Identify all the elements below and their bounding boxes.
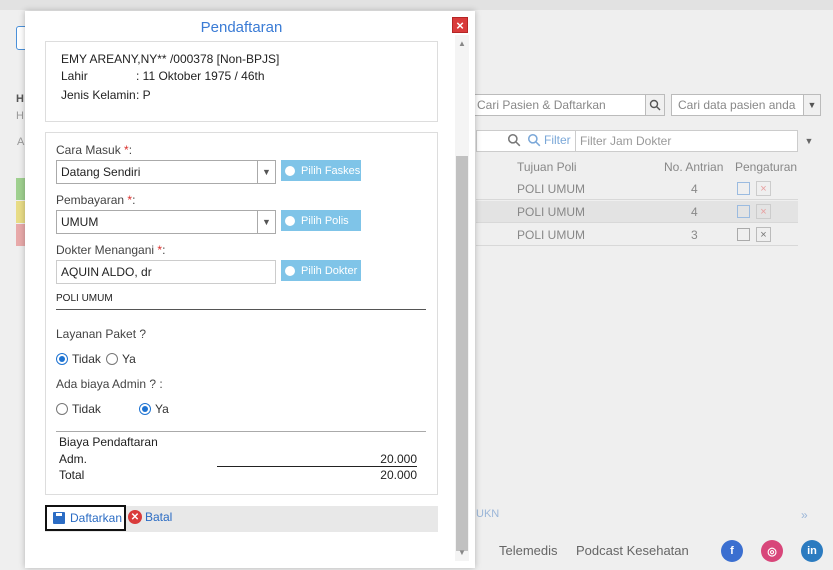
poli-cell: POLI UMUM bbox=[517, 228, 586, 242]
chevron-down-icon[interactable]: ▼ bbox=[803, 94, 821, 116]
radio-unselected[interactable] bbox=[106, 353, 118, 365]
pilih-dokter-button[interactable]: Pilih Dokter bbox=[281, 260, 361, 281]
scrollbar-thumb[interactable] bbox=[456, 156, 468, 551]
poli-cell: POLI UMUM bbox=[517, 205, 586, 219]
footer-link-podcast[interactable]: Podcast Kesehatan bbox=[576, 543, 689, 558]
poli-label: POLI UMUM bbox=[56, 293, 113, 304]
modal-title: Pendaftaran bbox=[200, 19, 283, 36]
footer-link-telemedis[interactable]: Telemedis bbox=[499, 543, 558, 558]
pager-bar: UKN » bbox=[476, 505, 821, 527]
ukn-label: UKN bbox=[476, 508, 500, 520]
antrian-cell: 4 bbox=[691, 205, 698, 219]
pembayaran-value: UMUM bbox=[61, 215, 99, 229]
cancel-icon: ✕ bbox=[128, 510, 142, 524]
dokter-input[interactable]: AQUIN ALDO, dr bbox=[56, 260, 276, 284]
registration-modal: Pendaftaran × EMY AREANY,NY** /000378 [N… bbox=[25, 11, 475, 568]
delete-icon[interactable]: × bbox=[756, 181, 771, 196]
adm-label: Adm. bbox=[59, 452, 88, 466]
patient-search-input[interactable]: Cari Pasien & Daftarkan bbox=[470, 94, 646, 116]
edit-icon[interactable] bbox=[737, 182, 750, 195]
dokter-label: Dokter Menangani *: bbox=[56, 243, 166, 257]
edit-icon[interactable] bbox=[737, 228, 750, 241]
table-row[interactable]: POLI UMUM 4 × bbox=[476, 178, 798, 200]
table-row[interactable]: POLI UMUM 4 × bbox=[476, 201, 798, 223]
search-icon bbox=[285, 165, 295, 176]
antrian-cell: 4 bbox=[691, 182, 698, 196]
radio-admin-tidak[interactable]: Tidak bbox=[56, 402, 101, 416]
background-letter: H bbox=[16, 110, 24, 122]
background-letter: A bbox=[17, 136, 25, 148]
delete-icon[interactable]: × bbox=[756, 227, 771, 242]
background-letter: H bbox=[16, 93, 24, 105]
radio-admin-ya[interactable]: Ya bbox=[139, 402, 169, 416]
close-icon[interactable]: × bbox=[452, 17, 468, 33]
radio-layanan-tidak[interactable]: Tidak bbox=[56, 352, 101, 366]
pilih-faskes-button[interactable]: Pilih Faskes bbox=[281, 160, 361, 181]
column-header: Tujuan Poli bbox=[517, 160, 577, 174]
total-label: Total bbox=[59, 468, 85, 482]
scroll-up-icon[interactable]: ▲ bbox=[455, 37, 469, 49]
table-header: Tujuan Poli No. Antrian Pengaturan bbox=[476, 156, 798, 178]
pembayaran-label: Pembayaran *: bbox=[56, 193, 136, 207]
fee-title: Biaya Pendaftaran bbox=[59, 435, 158, 449]
edit-icon[interactable] bbox=[737, 205, 750, 218]
patient-data-search-input[interactable]: Cari data pasien anda bbox=[671, 94, 804, 116]
facebook-icon[interactable]: f bbox=[721, 540, 743, 562]
column-header: Pengaturan bbox=[735, 160, 798, 174]
gender-label: Jenis Kelamin bbox=[61, 88, 136, 102]
save-icon bbox=[53, 512, 65, 524]
column-header: No. Antrian bbox=[664, 160, 724, 174]
scroll-down-icon[interactable]: ▼ bbox=[455, 546, 469, 558]
search-icon bbox=[527, 133, 541, 147]
search-icon bbox=[285, 215, 295, 226]
poli-cell: POLI UMUM bbox=[517, 182, 586, 196]
radio-layanan-ya[interactable]: Ya bbox=[106, 352, 136, 366]
sum-line bbox=[217, 466, 417, 467]
linkedin-icon[interactable]: in bbox=[801, 540, 823, 562]
patient-name: EMY AREANY,NY** /000378 [Non-BPJS] bbox=[61, 52, 280, 66]
chevron-down-icon: ▼ bbox=[257, 161, 275, 183]
antrian-cell: 3 bbox=[691, 228, 698, 242]
pager-next[interactable]: » bbox=[801, 508, 808, 522]
radio-unselected[interactable] bbox=[56, 403, 68, 415]
batal-button[interactable]: ✕ Batal bbox=[128, 510, 172, 524]
cara-masuk-select[interactable]: Datang Sendiri ▼ bbox=[56, 160, 276, 184]
birth-label: Lahir bbox=[61, 69, 88, 83]
pilih-polis-button[interactable]: Pilih Polis bbox=[281, 210, 361, 231]
chevron-down-icon: ▼ bbox=[257, 211, 275, 233]
search-icon[interactable] bbox=[645, 94, 665, 116]
radio-selected[interactable] bbox=[139, 403, 151, 415]
delete-icon[interactable]: × bbox=[756, 204, 771, 219]
biaya-admin-label: Ada biaya Admin ? : bbox=[56, 377, 163, 391]
top-bar bbox=[0, 0, 833, 10]
total-value: 20.000 bbox=[380, 468, 417, 482]
chevron-down-icon[interactable]: ▼ bbox=[800, 130, 818, 152]
adm-value: 20.000 bbox=[380, 452, 417, 466]
layanan-paket-label: Layanan Paket ? bbox=[56, 327, 147, 341]
instagram-icon[interactable]: ◎ bbox=[761, 540, 783, 562]
gender-value: : P bbox=[136, 88, 151, 102]
divider bbox=[56, 309, 426, 310]
cara-masuk-value: Datang Sendiri bbox=[61, 165, 141, 179]
search-icon[interactable] bbox=[507, 133, 521, 150]
filter-jam-dokter-select[interactable]: Filter Jam Dokter bbox=[575, 130, 801, 152]
search-icon bbox=[285, 265, 295, 276]
pembayaran-select[interactable]: UMUM ▼ bbox=[56, 210, 276, 234]
radio-selected[interactable] bbox=[56, 353, 68, 365]
filter-button[interactable]: Filter bbox=[527, 133, 571, 147]
table-row[interactable]: POLI UMUM 3 × bbox=[476, 224, 798, 246]
daftarkan-button[interactable]: Daftarkan bbox=[45, 505, 126, 531]
filter-label: Filter bbox=[544, 133, 571, 147]
divider bbox=[56, 431, 426, 432]
birth-value: : 11 Oktober 1975 / 46th bbox=[136, 69, 265, 83]
cara-masuk-label: Cara Masuk *: bbox=[56, 143, 133, 157]
